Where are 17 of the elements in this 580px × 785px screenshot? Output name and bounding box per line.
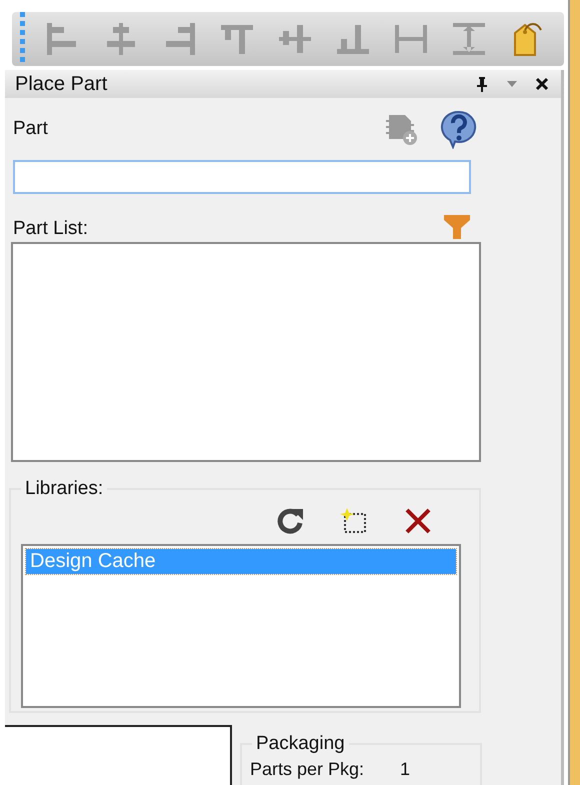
part-list[interactable]: [11, 242, 481, 462]
new-library-icon[interactable]: [339, 506, 369, 536]
library-item[interactable]: Design Cache: [26, 549, 456, 574]
delete-icon[interactable]: [403, 506, 433, 536]
panel-title: Place Part: [15, 72, 108, 96]
pin-icon[interactable]: [475, 76, 490, 92]
packaging-field-label: Parts per Pkg:: [250, 759, 364, 780]
packaging-field-value: 1: [400, 759, 410, 780]
part-label: Part: [13, 118, 48, 140]
part-input-field[interactable]: [13, 160, 471, 194]
packaging-label: Packaging: [252, 733, 349, 755]
filter-icon[interactable]: [443, 214, 471, 240]
dropdown-icon[interactable]: [505, 80, 520, 88]
part-list-label: Part List:: [13, 218, 88, 240]
refresh-icon[interactable]: [275, 506, 305, 536]
help-icon[interactable]: [439, 109, 479, 149]
close-icon[interactable]: [535, 77, 550, 91]
